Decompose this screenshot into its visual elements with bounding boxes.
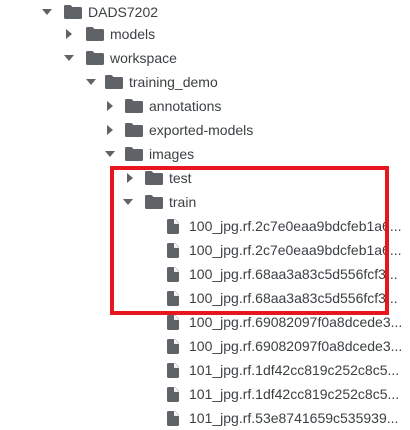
chevron-right-icon[interactable] <box>104 94 116 118</box>
tree-item-exported-models[interactable]: exported-models <box>0 118 410 142</box>
file-name: 100_jpg.rf.68aa3a83c5d556fcf3... <box>189 290 398 306</box>
folder-icon <box>86 46 104 70</box>
tree-item-label: training_demo <box>129 74 218 90</box>
file-name: 100_jpg.rf.69082097f0a8dcede3... <box>189 338 403 354</box>
tree-item-images[interactable]: images <box>0 142 410 166</box>
file-icon <box>167 214 179 238</box>
file-item[interactable]: 101_jpg.rf.1df42cc819c252c8c5... <box>0 382 410 406</box>
folder-icon <box>125 118 143 142</box>
file-item[interactable]: 100_jpg.rf.68aa3a83c5d556fcf3... <box>0 286 410 310</box>
chevron-down-icon[interactable] <box>104 142 116 166</box>
file-icon <box>167 382 179 406</box>
file-name: 101_jpg.rf.1df42cc819c252c8c5... <box>189 362 400 378</box>
tree-item-workspace[interactable]: workspace <box>0 46 410 70</box>
folder-icon <box>105 70 123 94</box>
file-icon <box>167 358 179 382</box>
folder-icon <box>125 142 143 166</box>
chevron-down-icon[interactable] <box>63 46 75 70</box>
tree-item-label: annotations <box>149 98 222 114</box>
tree-item-label: train <box>169 194 197 210</box>
chevron-down-icon[interactable] <box>41 0 53 24</box>
file-item[interactable]: 100_jpg.rf.68aa3a83c5d556fcf3... <box>0 262 410 286</box>
tree-item-annotations[interactable]: annotations <box>0 94 410 118</box>
file-item[interactable]: 101_jpg.rf.53e8741659c535939... <box>0 406 410 430</box>
file-name: 100_jpg.rf.2c7e0eaa9bdcfeb1a6... <box>189 242 402 258</box>
file-icon <box>167 262 179 286</box>
file-icon <box>167 334 179 358</box>
file-icon <box>167 310 179 334</box>
chevron-down-icon[interactable] <box>85 70 97 94</box>
tree-item-dads7202[interactable]: DADS7202 <box>0 0 410 24</box>
file-name: 101_jpg.rf.1df42cc819c252c8c5... <box>189 386 400 402</box>
tree-item-train[interactable]: train <box>0 190 410 214</box>
file-icon <box>167 238 179 262</box>
tree-item-label: exported-models <box>149 122 254 138</box>
tree-item-label: images <box>149 146 195 162</box>
file-name: 100_jpg.rf.69082097f0a8dcede3... <box>189 314 403 330</box>
tree-item-label: test <box>169 170 192 186</box>
tree-item-label: workspace <box>110 50 177 66</box>
tree-item-training-demo[interactable]: training_demo <box>0 70 410 94</box>
folder-icon <box>64 0 82 24</box>
file-name: 101_jpg.rf.53e8741659c535939... <box>189 410 399 426</box>
tree-item-label: DADS7202 <box>88 4 159 20</box>
folder-icon <box>145 166 163 190</box>
tree-item-models[interactable]: models <box>0 22 410 46</box>
file-item[interactable]: 100_jpg.rf.2c7e0eaa9bdcfeb1a6... <box>0 238 410 262</box>
file-item[interactable]: 101_jpg.rf.1df42cc819c252c8c5... <box>0 358 410 382</box>
file-name: 100_jpg.rf.68aa3a83c5d556fcf3... <box>189 266 398 282</box>
folder-icon <box>145 190 163 214</box>
chevron-right-icon[interactable] <box>104 118 116 142</box>
chevron-right-icon[interactable] <box>63 22 75 46</box>
file-item[interactable]: 100_jpg.rf.69082097f0a8dcede3... <box>0 310 410 334</box>
file-item[interactable]: 100_jpg.rf.2c7e0eaa9bdcfeb1a6... <box>0 214 410 238</box>
tree-item-label: models <box>110 26 156 42</box>
folder-icon <box>86 22 104 46</box>
file-name: 100_jpg.rf.2c7e0eaa9bdcfeb1a6... <box>189 218 402 234</box>
chevron-down-icon[interactable] <box>122 190 134 214</box>
folder-icon <box>125 94 143 118</box>
file-icon <box>167 406 179 430</box>
file-icon <box>167 286 179 310</box>
chevron-right-icon[interactable] <box>124 166 136 190</box>
tree-item-test[interactable]: test <box>0 166 410 190</box>
file-item[interactable]: 100_jpg.rf.69082097f0a8dcede3... <box>0 334 410 358</box>
